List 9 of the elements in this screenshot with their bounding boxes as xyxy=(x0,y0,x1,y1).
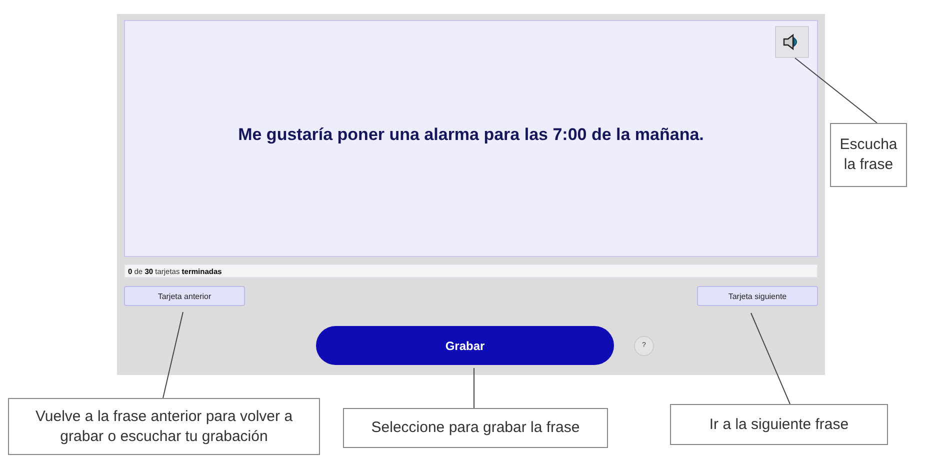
callout-text: Seleccione para grabar la frase xyxy=(343,408,608,448)
speaker-button[interactable] xyxy=(775,26,809,58)
next-card-button[interactable]: Tarjeta siguiente xyxy=(697,286,818,306)
record-button[interactable]: Grabar xyxy=(316,326,614,365)
previous-card-button[interactable]: Tarjeta anterior xyxy=(124,286,245,306)
callout-text: Vuelve a la frase anterior para volver a grabar o escuchar tu grabación xyxy=(8,398,320,455)
callout-text: Ir a la siguiente frase xyxy=(670,404,888,445)
sentence-text: Me gustaría poner una alarma para las 7:00 de la mañana. xyxy=(238,124,704,144)
callout-text: Escucha la frase xyxy=(830,123,907,187)
